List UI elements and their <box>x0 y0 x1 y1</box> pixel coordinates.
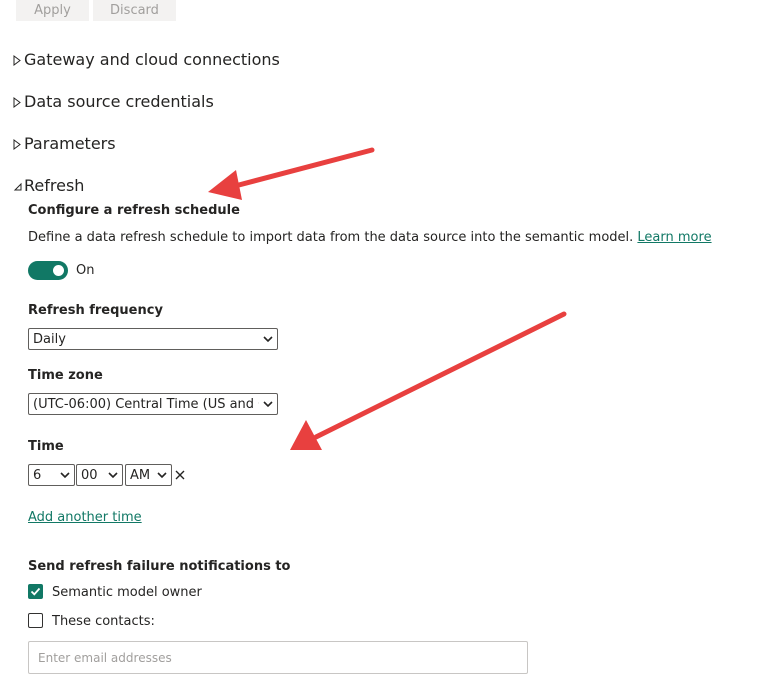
time-zone-select[interactable]: (UTC-06:00) Central Time (US and Canada) <box>28 393 278 415</box>
owner-checkbox[interactable] <box>28 584 43 599</box>
email-placeholder: Enter email addresses <box>38 650 172 665</box>
annotation-arrow-time <box>290 311 567 450</box>
add-another-time-link[interactable]: Add another time <box>28 510 142 525</box>
learn-more-link[interactable]: Learn more <box>637 230 711 245</box>
refresh-frequency-select[interactable]: Daily <box>28 328 278 350</box>
time-ampm-select[interactable]: AM <box>125 464 172 486</box>
time-label: Time <box>28 439 64 454</box>
time-minute-select[interactable]: 00 <box>76 464 123 486</box>
section-label: Refresh <box>24 176 85 195</box>
section-parameters[interactable]: Parameters <box>12 134 116 153</box>
collapse-triangle-icon <box>12 178 24 194</box>
notifications-label: Send refresh failure notifications to <box>28 559 291 574</box>
select-value: AM <box>130 467 151 483</box>
chevron-down-icon <box>60 472 70 479</box>
chevron-down-icon <box>263 401 273 408</box>
section-refresh[interactable]: Refresh <box>12 176 84 195</box>
expand-triangle-icon <box>12 136 24 152</box>
select-value: Daily <box>33 331 66 347</box>
annotation-arrow-refresh <box>208 147 375 200</box>
toggle-state-label: On <box>76 263 95 278</box>
owner-checkbox-label: Semantic model owner <box>52 585 202 600</box>
expand-triangle-icon <box>12 52 24 68</box>
discard-button[interactable]: Discard <box>93 0 176 21</box>
refresh-description: Define a data refresh schedule to import… <box>28 230 712 245</box>
section-label: Gateway and cloud connections <box>24 50 280 69</box>
apply-button[interactable]: Apply <box>16 0 89 21</box>
chevron-down-icon <box>108 472 118 479</box>
contacts-checkbox[interactable] <box>28 613 43 628</box>
configure-schedule-heading: Configure a refresh schedule <box>28 203 240 218</box>
checkmark-icon <box>30 587 41 596</box>
section-gateway-connections[interactable]: Gateway and cloud connections <box>12 50 280 69</box>
time-hour-select[interactable]: 6 <box>28 464 75 486</box>
chevron-down-icon <box>157 472 167 479</box>
description-text: Define a data refresh schedule to import… <box>28 230 634 245</box>
contacts-checkbox-label: These contacts: <box>52 614 155 629</box>
refresh-frequency-label: Refresh frequency <box>28 303 163 318</box>
section-label: Data source credentials <box>24 92 214 111</box>
remove-time-icon[interactable] <box>175 470 185 480</box>
section-data-source-credentials[interactable]: Data source credentials <box>12 92 214 111</box>
select-value: 6 <box>33 467 42 483</box>
section-label: Parameters <box>24 134 116 153</box>
refresh-schedule-toggle[interactable] <box>28 261 68 280</box>
time-zone-label: Time zone <box>28 368 103 383</box>
expand-triangle-icon <box>12 94 24 110</box>
toggle-knob <box>53 265 64 276</box>
chevron-down-icon <box>263 336 273 343</box>
email-addresses-input[interactable]: Enter email addresses <box>28 641 528 674</box>
select-value: 00 <box>81 467 98 483</box>
select-value: (UTC-06:00) Central Time (US and Canada) <box>33 396 259 412</box>
